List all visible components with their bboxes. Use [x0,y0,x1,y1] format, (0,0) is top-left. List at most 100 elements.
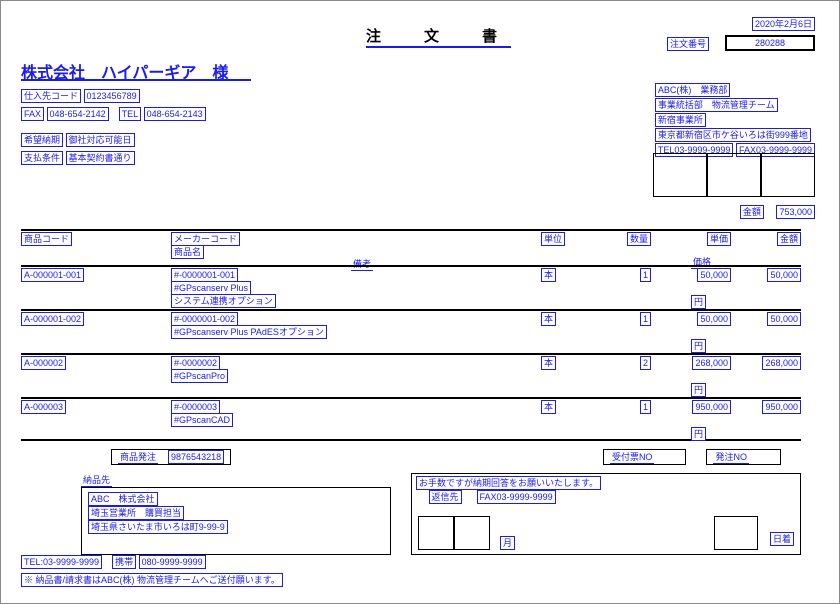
delivery-tel: TEL:03-9999-9999 [21,555,102,569]
item-name: #GPscanserv Plus PAdESオプション [171,325,327,339]
item-name: #GPscanPro [171,369,228,383]
supplier-code-label: 仕入先コード [21,89,81,103]
reference-row: 商品発注 9876543218 受付票NO 発注NO [21,449,801,465]
col-unit: 単位 [541,232,565,246]
item-price: 950,000 [692,400,731,414]
item-currency: 円 [691,427,706,441]
item-maker: #-0000001-001 [171,268,238,282]
order-number-box: 280288 [725,35,815,51]
item-qty: 2 [640,356,651,370]
vendor-underline [21,79,251,81]
right-info-block: ABC(株) 業務部 事業統括部 物流管理チーム 新宿事業所 東京都新宿区市ケ谷… [655,83,815,158]
buyer-office: 新宿事業所 [655,113,706,127]
issue-date: 2020年2月6日 [752,17,815,31]
item-price: 50,000 [697,312,731,326]
order-sheet: 2020年2月6日 注 文 書 注文番号 280288 株式会社 ハイパーギア … [0,0,840,604]
item-unit: 本 [541,312,556,326]
delivery-dept: 埼玉営業所 購買担当 [88,506,184,520]
product-order-no: 9876543218 [168,450,224,464]
reply-month-label: 月 [500,536,515,550]
col-name: 商品名 [171,245,204,259]
item-price: 268,000 [692,356,731,370]
buyer-company: ABC(株) 業務部 [655,83,731,97]
table-row: A-000003 #-0000003 #GPscanCAD 本 1 950,00… [21,397,801,441]
col-price: 単価 [707,232,731,246]
delivery-block: 納品先 ABC 株式会社 埼玉営業所 購買担当 埼玉県さいたま市いろは町9-99… [21,473,391,587]
reply-sig-box [714,516,758,550]
delivery-note: ※ 納品書/請求書はABC(株) 物流管理チームへご送付願います。 [21,573,283,587]
item-unit: 本 [541,356,556,370]
bottom-block: 商品発注 9876543218 受付票NO 発注NO 納品先 ABC 株式会 [21,449,801,587]
item-name: #GPscanCAD [171,413,233,427]
order-label: 発注NO [713,450,749,464]
desired-date-label: 希望納期 [21,133,63,147]
buyer-address: 東京都新宿区市ケ谷いろは街999番地 [655,128,811,142]
totals: 金額 753,000 [740,205,815,219]
col-amount: 金額 [777,232,801,246]
stamp-box-2 [707,153,761,197]
item-maker: #-0000001-002 [171,312,238,326]
delivery-mobile-label: 携帯 [112,555,136,569]
col-maker: メーカーコード [171,232,240,246]
reply-day-label: 日着 [770,532,794,546]
fax-label: FAX [21,107,44,121]
item-amount: 50,000 [767,312,801,326]
reply-to-label: 返信先 [429,490,462,504]
reply-fax: FAX03-9999-9999 [477,490,556,504]
product-order-box: 商品発注 9876543218 [111,449,231,465]
order-number: 280288 [753,37,787,49]
order-number-label: 注文番号 [667,37,709,51]
reply-month-box [418,516,454,550]
reply-month-box2 [454,516,490,550]
item-name2: システム連携オプション [171,294,276,308]
reply-block: お手数ですが納期回答をお願いいたします。 返信先 FAX03-9999-9999… [411,473,801,587]
delivery-address: 埼玉県さいたま市いろは町9-99-9 [88,520,228,534]
total-amount: 753,000 [776,205,815,219]
receipt-label: 受付票NO [610,450,655,464]
tel-label: TEL [119,107,142,121]
order-box: 発注NO [706,449,781,465]
item-amount: 950,000 [762,400,801,414]
reply-body: お手数ですが納期回答をお願いいたします。 返信先 FAX03-9999-9999… [411,473,801,555]
item-qty: 1 [640,400,651,414]
item-code: A-000001-001 [21,268,84,282]
product-order-label: 商品発注 [118,450,158,464]
item-currency: 円 [691,295,706,309]
item-currency: 円 [691,383,706,397]
item-maker: #-0000002 [171,356,220,370]
payment-terms: 基本契約書通り [66,151,135,165]
table-row: A-000001-001 #-0000001-001 #GPscanserv P… [21,265,801,309]
item-qty: 1 [640,312,651,326]
delivery-company: ABC 株式会社 [88,492,158,506]
tel-number: 048-654-2143 [144,107,206,121]
delivery-label: 納品先 [81,473,112,487]
item-unit: 本 [541,268,556,282]
table-header: 商品コード メーカーコード 商品名 備考 単位 数量 単価 金額 価格 [21,229,801,265]
item-price: 50,000 [697,268,731,282]
table-row: A-000001-002 #-0000001-002 #GPscanserv P… [21,309,801,353]
stamp-box-3 [761,153,815,197]
payment-terms-label: 支払条件 [21,151,63,165]
item-code: A-000001-002 [21,312,84,326]
item-amount: 50,000 [767,268,801,282]
supplier-code: 0123456789 [84,89,140,103]
item-amount: 268,000 [762,356,801,370]
item-code: A-000003 [21,400,66,414]
item-code: A-000002 [21,356,66,370]
item-maker: #-0000003 [171,400,220,414]
item-currency: 円 [691,339,706,353]
left-info-block: 仕入先コード 0123456789 FAX 048-654-2142 TEL 0… [21,87,206,167]
item-qty: 1 [640,268,651,282]
delivery-mobile: 080-9999-9999 [139,555,206,569]
col-qty: 数量 [627,232,651,246]
item-name: #GPscanserv Plus [171,281,251,295]
buyer-division: 事業統括部 物流管理チーム [655,98,778,112]
total-label: 金額 [740,205,764,219]
split-block: 納品先 ABC 株式会社 埼玉営業所 購買担当 埼玉県さいたま市いろは町9-99… [21,473,801,587]
stamp-box-1 [653,153,707,197]
col-code: 商品コード [21,232,72,246]
delivery-body: ABC 株式会社 埼玉営業所 購買担当 埼玉県さいたま市いろは町9-99-9 [81,487,391,555]
reply-date-cells: 月 [418,516,525,550]
fax-number: 048-654-2142 [47,107,109,121]
items-table: 商品コード メーカーコード 商品名 備考 単位 数量 単価 金額 価格 A-00… [21,229,801,441]
